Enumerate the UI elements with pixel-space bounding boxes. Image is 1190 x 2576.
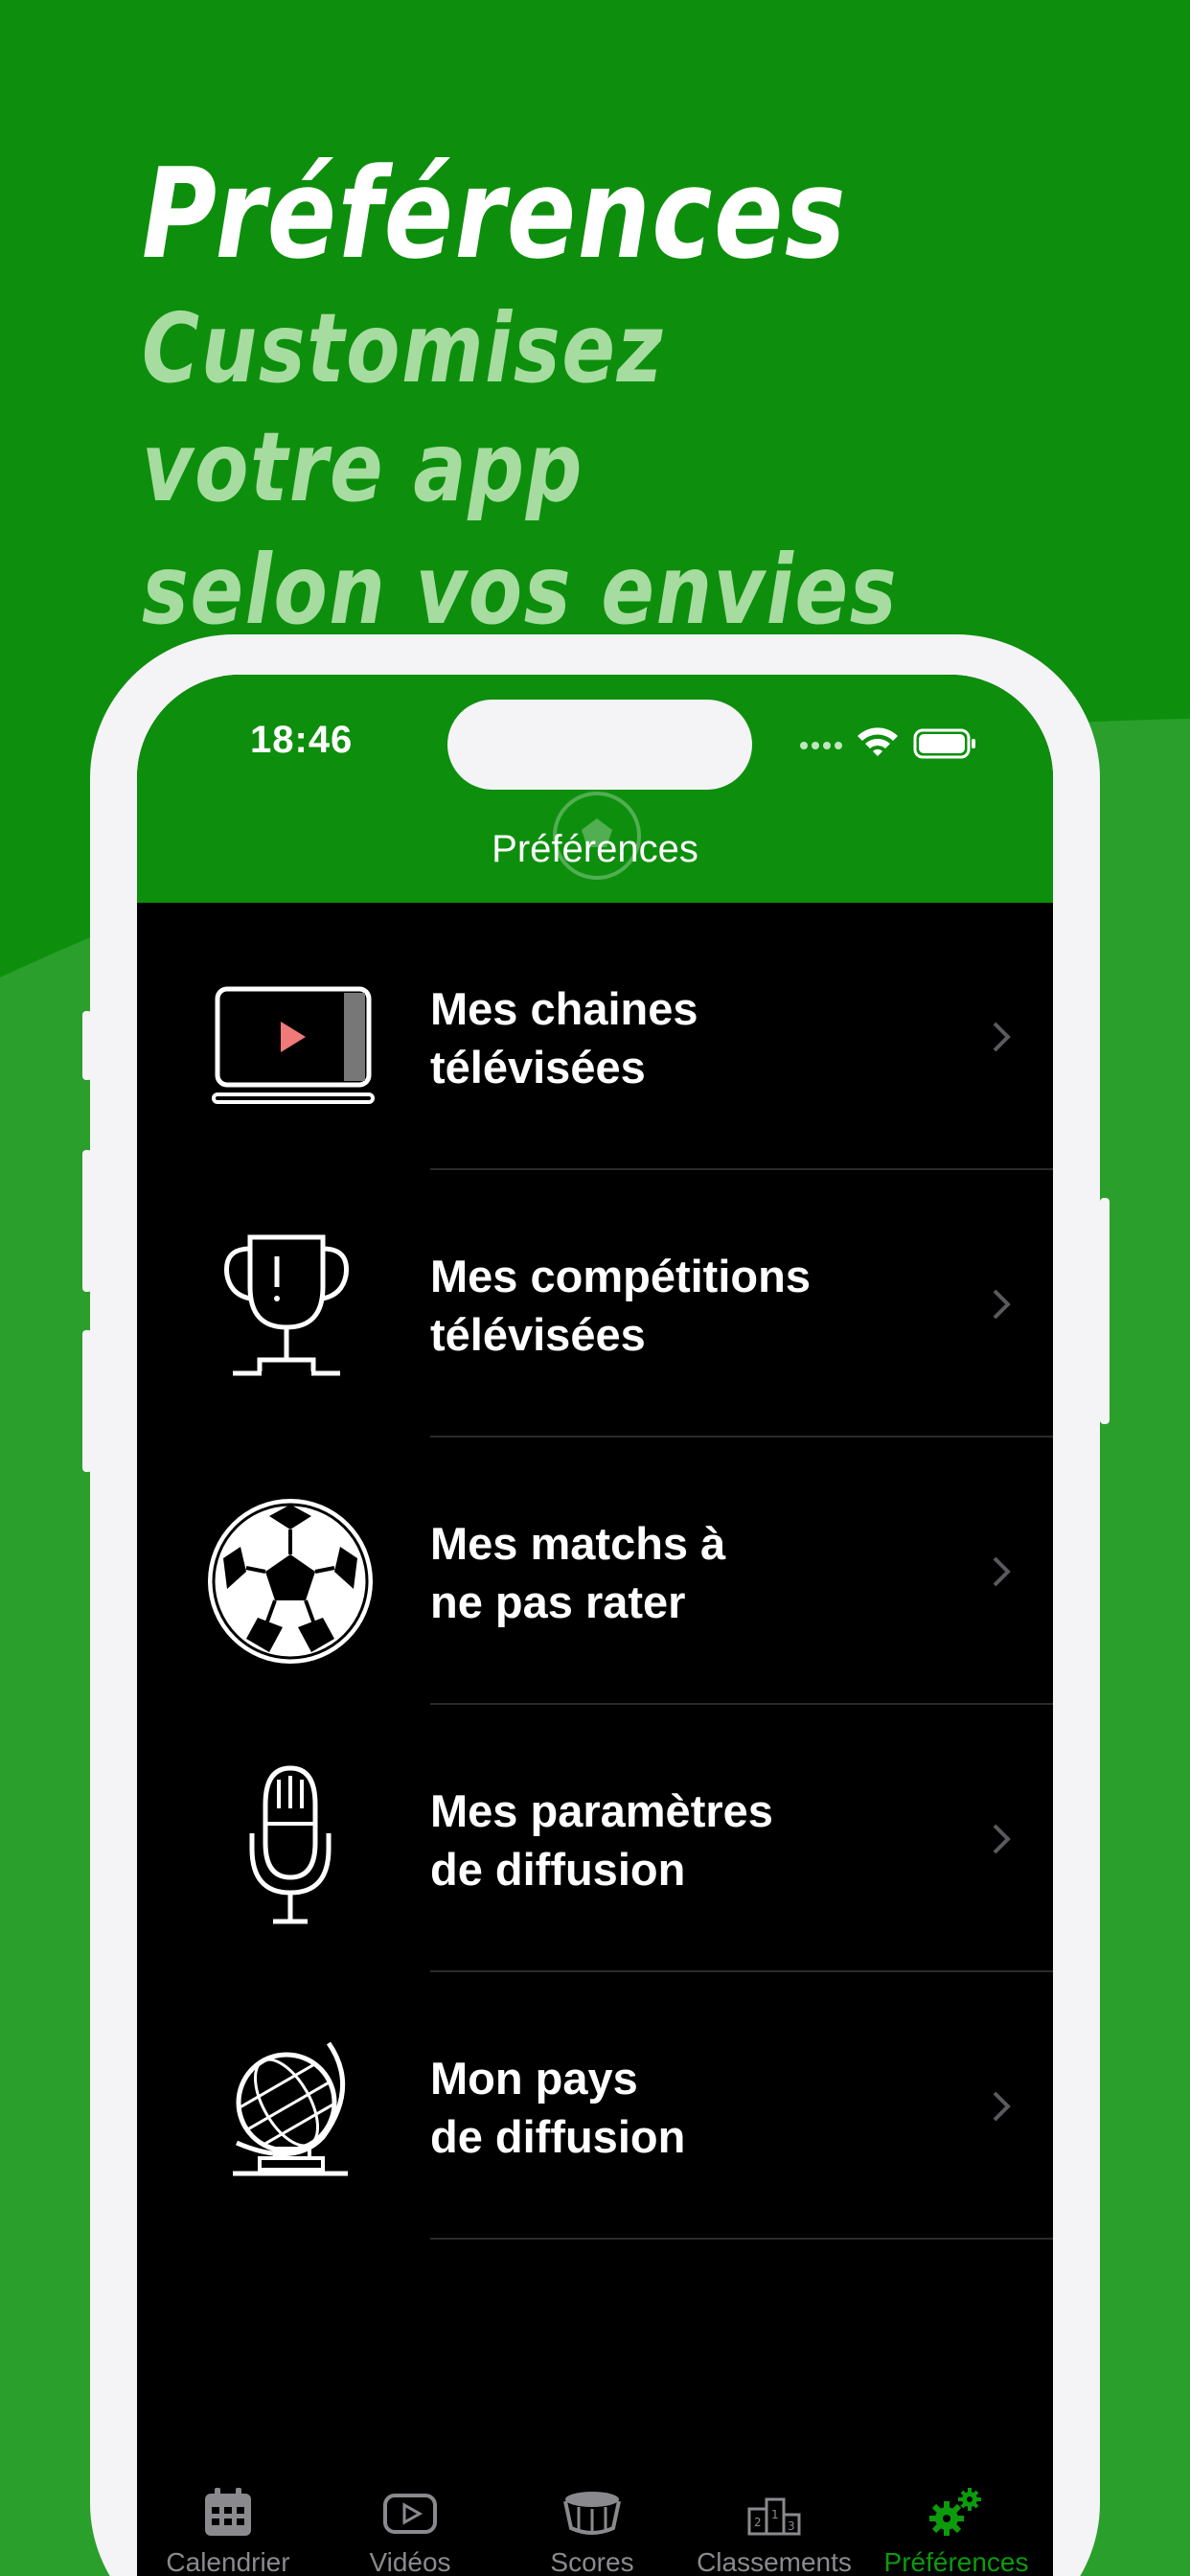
svg-text:1: 1 (771, 2508, 779, 2521)
svg-text:2: 2 (754, 2516, 762, 2529)
menu-item-competitions[interactable]: Mes compétitions télévisées (137, 1170, 1053, 1438)
menu-item-chaines[interactable]: Mes chaines télévisées (137, 903, 1053, 1170)
menu-item-label: Mon pays de diffusion (430, 2053, 686, 2162)
chevron-right-icon (993, 1824, 1011, 1854)
headline: Préférences Customisez votre app selon v… (142, 142, 927, 650)
tab-classements[interactable]: 213 Classements (683, 2486, 865, 2576)
divider (430, 2238, 1053, 2240)
menu-item-matchs[interactable]: Mes matchs à ne pas rater (137, 1438, 1053, 1705)
tab-scores[interactable]: Scores (501, 2486, 683, 2576)
phone-action-button (82, 1011, 92, 1080)
phone-screen: 18:46 Préférences Mes chaines télévisées… (137, 675, 1053, 2576)
chevron-right-icon (993, 1556, 1011, 1587)
soccer-ball-icon (208, 1499, 373, 1664)
tab-bar: Calendrier Vidéos Scores 213 Classements (137, 2486, 1053, 2576)
play-icon (383, 2494, 437, 2534)
phone-volume-down-button (82, 1330, 92, 1472)
chevron-right-icon (993, 1022, 1011, 1052)
preferences-list: Mes chaines télévisées Mes compétitions té… (137, 903, 1053, 2240)
menu-item-label: Mes chaines télévisées (430, 983, 698, 1092)
gears-icon (929, 2488, 981, 2536)
trophy-icon (224, 1234, 349, 1376)
menu-item-parametres[interactable]: Mes paramètres de diffusion (137, 1705, 1053, 1972)
tab-calendrier[interactable]: Calendrier (137, 2486, 319, 2576)
svg-text:3: 3 (788, 2519, 795, 2533)
headline-title: Préférences (142, 141, 848, 287)
battery-icon (913, 728, 975, 759)
calendar-icon (205, 2488, 251, 2536)
headline-subtitle-line2: selon vos envies (142, 534, 899, 646)
headline-subtitle-line1: Customisez votre app (142, 292, 665, 523)
podium-icon: 213 (747, 2497, 801, 2536)
signal-dots-icon (800, 742, 842, 749)
status-time: 18:46 (250, 719, 354, 761)
status-icons (796, 723, 988, 766)
microphone-icon (249, 1765, 332, 1924)
phone-volume-up-button (82, 1150, 92, 1292)
nav-bar: 18:46 Préférences (137, 675, 1053, 903)
menu-item-label: Mes paramètres de diffusion (430, 1785, 773, 1895)
phone-power-button (1100, 1198, 1110, 1424)
chevron-right-icon (993, 2091, 1011, 2122)
menu-item-label: Mes compétitions télévisées (430, 1251, 811, 1360)
chevron-right-icon (993, 1289, 1011, 1320)
tab-preferences[interactable]: Préférences (865, 2486, 1047, 2576)
globe-icon (233, 2041, 348, 2176)
tv-icon (212, 986, 375, 1104)
tab-videos[interactable]: Vidéos (319, 2486, 501, 2576)
wifi-icon (858, 727, 898, 756)
stadium-icon (563, 2492, 621, 2535)
nav-title: Préférences (492, 828, 698, 870)
menu-item-pays[interactable]: Mon pays de diffusion (137, 1972, 1053, 2240)
dynamic-island (447, 700, 752, 790)
menu-item-label: Mes matchs à ne pas rater (430, 1518, 726, 1627)
